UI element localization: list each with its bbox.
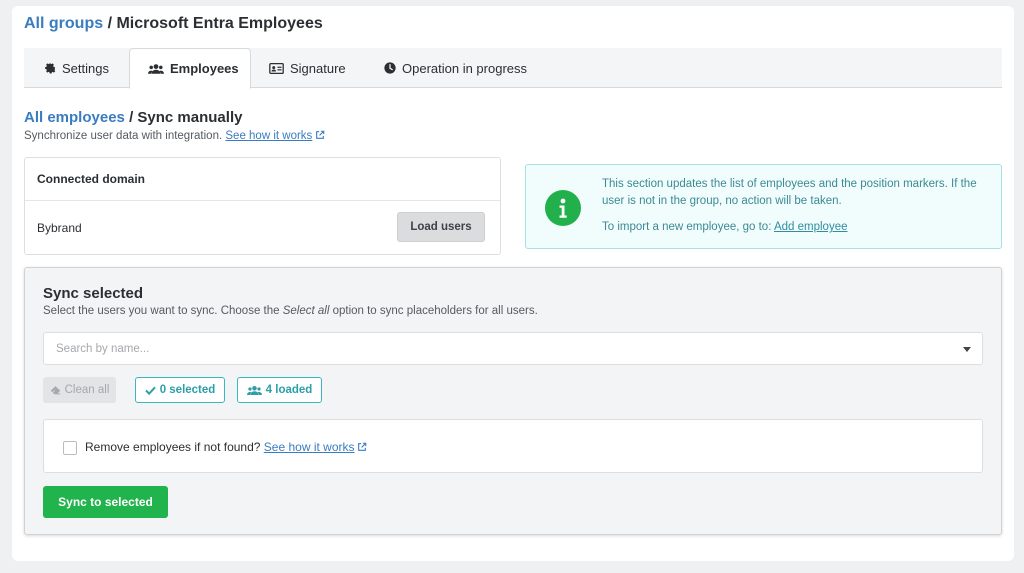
page-title: All groups / Microsoft Entra Employees	[24, 15, 323, 33]
check-icon	[144, 386, 156, 395]
breadcrumb-all-employees-link[interactable]: All employees	[24, 109, 125, 126]
sync-desc-before: Select the users you want to sync. Choos…	[43, 305, 283, 317]
sync-selected-panel: Sync selected Select the users you want …	[24, 267, 1002, 535]
info-text: This section updates the list of employe…	[602, 176, 987, 236]
sub-breadcrumb-current: Sync manually	[137, 109, 243, 126]
sync-desc-after: option to sync placeholders for all user…	[329, 305, 538, 317]
sync-selected-title: Sync selected	[43, 285, 144, 302]
clock-icon	[384, 62, 396, 74]
section-title: All employees / Sync manually	[24, 109, 242, 126]
info-line-2: To import a new employee, go to: Add emp…	[602, 219, 987, 236]
loaded-count-label: 4 loaded	[265, 384, 313, 396]
search-input[interactable]	[44, 333, 982, 364]
section-description: Synchronize user data with integration. …	[24, 130, 325, 142]
chevron-down-icon[interactable]	[963, 347, 971, 352]
domain-row: Bybrand Load users	[25, 201, 500, 255]
breadcrumb-current: Microsoft Entra Employees	[116, 15, 323, 32]
breadcrumb-all-groups-link[interactable]: All groups	[24, 15, 103, 32]
sync-desc-select-all: Select all	[282, 305, 330, 317]
loaded-count-badge[interactable]: 4 loaded	[237, 377, 322, 403]
sync-to-selected-button[interactable]: Sync to selected	[43, 486, 168, 518]
id-card-icon	[269, 62, 284, 74]
load-users-button[interactable]: Load users	[397, 212, 485, 242]
clean-all-label: Clean all	[64, 384, 110, 396]
selected-count-badge[interactable]: 0 selected	[135, 377, 225, 403]
tab-settings[interactable]: Settings	[44, 48, 109, 88]
sync-selected-description: Select the users you want to sync. Choos…	[43, 305, 538, 317]
info-line-2-prefix: To import a new employee, go to:	[602, 221, 772, 233]
clean-all-button[interactable]: Clean all	[43, 377, 116, 403]
remove-employees-label[interactable]: Remove employees if not found?	[85, 440, 260, 454]
info-line-1: This section updates the list of employe…	[602, 178, 977, 207]
remove-see-how-it-works-link[interactable]: See how it works	[264, 440, 368, 454]
remove-employees-checkbox[interactable]	[63, 441, 77, 455]
section-description-text: Synchronize user data with integration.	[24, 130, 223, 142]
external-link-icon	[316, 130, 325, 139]
users-icon	[246, 385, 262, 395]
see-how-it-works-label: See how it works	[225, 130, 313, 142]
selected-count-label: 0 selected	[159, 384, 216, 396]
users-icon	[148, 63, 164, 74]
remove-employees-text: Remove employees if not found? See how i…	[85, 440, 367, 454]
see-how-it-works-link[interactable]: See how it works	[225, 130, 325, 142]
breadcrumb-separator: /	[107, 15, 113, 32]
eraser-icon	[50, 386, 60, 395]
remove-option-box: Remove employees if not found? See how i…	[43, 419, 983, 473]
tab-signature-label: Signature	[290, 60, 346, 76]
tab-signature[interactable]: Signature	[269, 48, 346, 88]
gear-icon	[45, 63, 56, 74]
connected-domain-header: Connected domain	[25, 158, 500, 201]
connected-domain-panel: Connected domain Bybrand Load users	[24, 157, 501, 255]
add-employee-link[interactable]: Add employee	[774, 221, 848, 233]
domain-name: Bybrand	[37, 221, 82, 235]
info-callout: This section updates the list of employe…	[525, 164, 1002, 249]
sub-breadcrumb-separator: /	[129, 109, 134, 126]
search-by-name-select[interactable]	[43, 332, 983, 365]
remove-see-how-label: See how it works	[263, 440, 355, 454]
tab-employees[interactable]: Employees	[129, 48, 251, 89]
external-link-icon	[358, 442, 367, 451]
tab-bar: Settings Employees Signature Operation i…	[24, 48, 1002, 89]
tab-operation-in-progress[interactable]: Operation in progress	[384, 48, 527, 88]
tab-settings-label: Settings	[62, 60, 109, 76]
info-icon	[545, 190, 581, 226]
tab-operation-label: Operation in progress	[402, 60, 528, 76]
main-card: All groups / Microsoft Entra Employees S…	[12, 6, 1014, 561]
tab-employees-label: Employees	[170, 61, 239, 76]
